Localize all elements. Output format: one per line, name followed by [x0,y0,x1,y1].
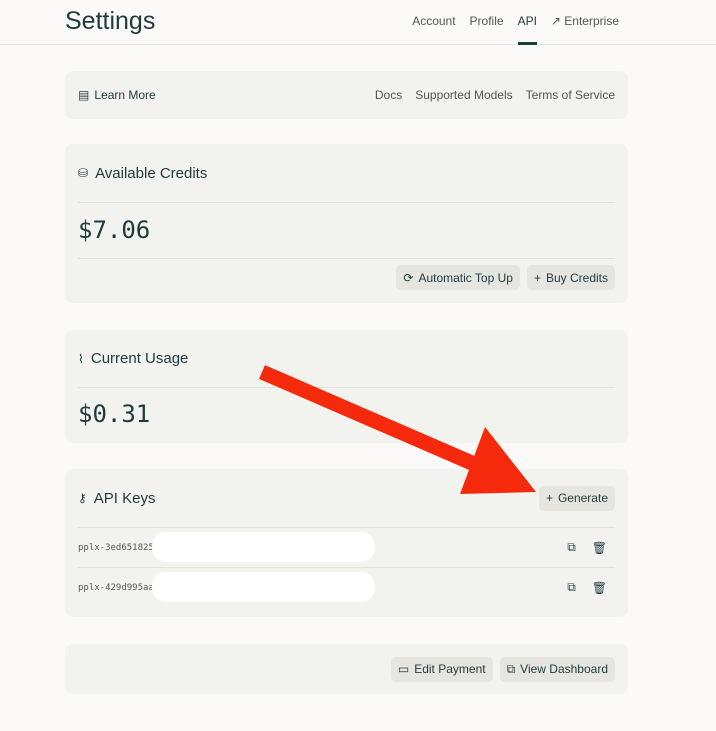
annotation-arrow [259,365,536,494]
arrow-shaft [259,365,491,477]
